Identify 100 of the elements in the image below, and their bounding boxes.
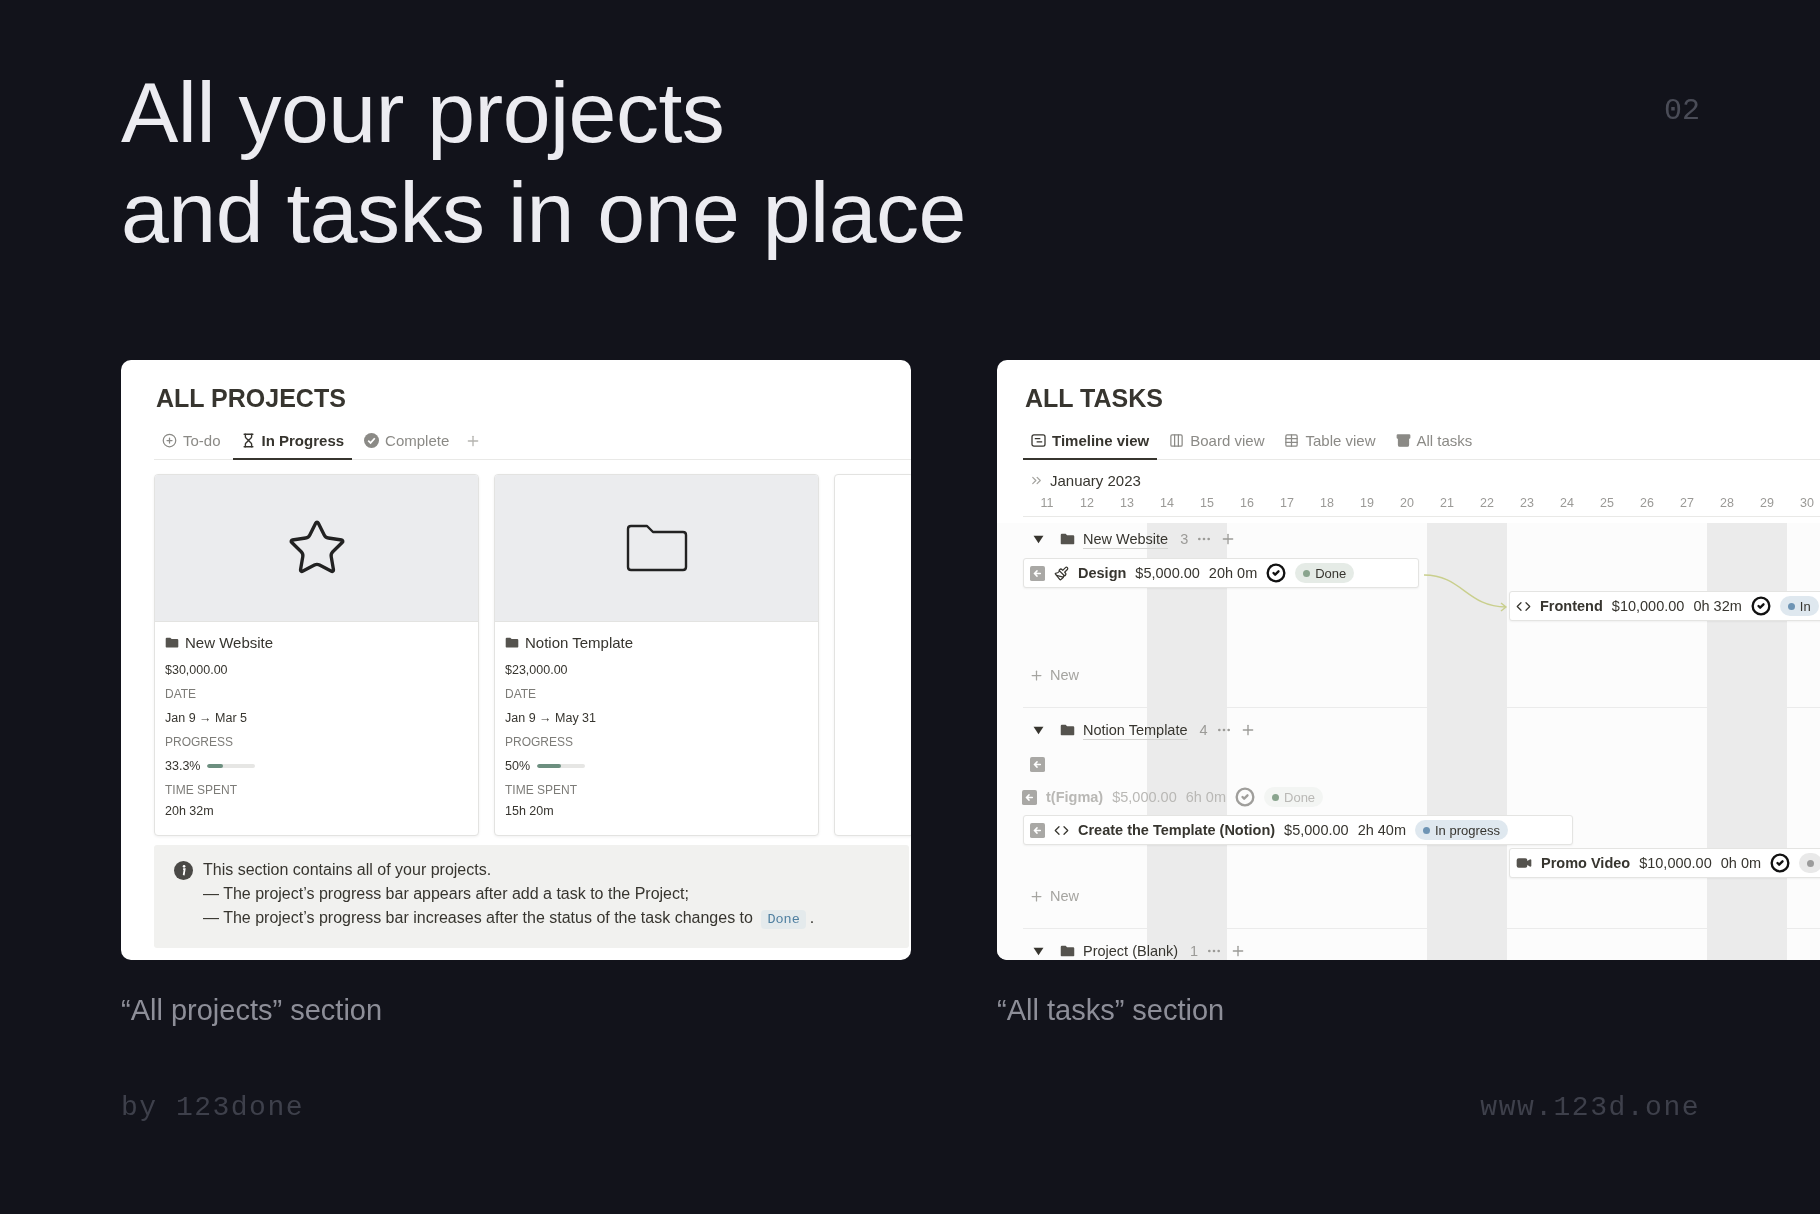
folder-icon (165, 637, 179, 649)
task-bar[interactable]: Design $5,000.00 20h 0m Done (1023, 558, 1420, 588)
callout-text: — The project’s progress bar appears after add a task to the Project; (203, 884, 690, 904)
video-camera-icon (1516, 855, 1532, 871)
status-tag: Done (1264, 787, 1324, 807)
view-tab[interactable]: Timeline view (1023, 422, 1158, 460)
item-count: 3 (1180, 531, 1189, 547)
group-name[interactable]: Notion Template (1083, 720, 1188, 740)
status-tag: In progress (1415, 820, 1509, 840)
date-text: Jan 9 → May 31 (505, 710, 597, 727)
task-name: Design (1078, 565, 1127, 581)
day-label: 11 (1039, 495, 1055, 512)
view-tab[interactable]: All tasks (1387, 422, 1481, 460)
view-tab[interactable]: Complete (356, 422, 458, 460)
view-tab[interactable]: Board view (1161, 422, 1273, 460)
info-icon (174, 861, 193, 880)
card-title: New Website (185, 633, 274, 653)
task-time: 20h 0m (1208, 565, 1258, 581)
day-label: 28 (1719, 495, 1735, 512)
check-circle-icon[interactable] (1770, 853, 1791, 873)
folder-icon (505, 637, 519, 649)
task-bar[interactable]: Promo Video $10,000.00 0h 0m (1509, 848, 1820, 878)
task-time: 0h 0m (1720, 855, 1762, 871)
toggle-triangle-icon[interactable] (1033, 945, 1044, 957)
day-label: 20 (1399, 495, 1415, 512)
task-name: Frontend (1540, 598, 1603, 614)
task-amount: $5,000.00 (1135, 565, 1200, 581)
time-text: 20h 32m (165, 803, 215, 820)
task-name: Create the Template (Notion) (1078, 822, 1276, 838)
view-tab[interactable]: Table view (1276, 422, 1384, 460)
arrow-box-icon[interactable] (1030, 822, 1045, 838)
check-circle-icon[interactable] (1266, 563, 1287, 583)
callout-text: This section contains all of your projects. (203, 860, 493, 880)
item-count: 4 (1199, 722, 1208, 738)
check-circle-icon[interactable] (1750, 596, 1771, 616)
field-label: TIME SPENT (505, 782, 578, 799)
day-label: 14 (1159, 495, 1175, 512)
toggle-triangle-icon[interactable] (1033, 724, 1044, 736)
caption: “All tasks” section (997, 993, 1226, 1028)
task-time: 0h 32m (1693, 598, 1742, 614)
field-label: DATE (505, 686, 538, 703)
status-tag: In (1779, 596, 1819, 616)
archive-icon (1395, 432, 1411, 448)
day-label: 19 (1359, 495, 1375, 512)
day-label: 25 (1599, 495, 1615, 512)
month-label: January 2023 (1050, 471, 1141, 489)
time-text: 15h 20m (505, 803, 555, 820)
plus-circle-icon (162, 432, 177, 448)
task-amount: $5,000.00 (1284, 822, 1349, 838)
progress-text: 33.3% (165, 758, 201, 775)
day-label: 30 (1799, 495, 1815, 512)
task-bar[interactable]: Create the Template (Notion) $5,000.00 2h 40m In progress (1023, 815, 1574, 845)
project-card[interactable]: New Website $30,000.00 DATE Jan 9 → Mar 5 PROGRESS 33.3% TIME SPENT 20h 32m (154, 474, 479, 836)
timeline-icon (1031, 433, 1046, 447)
field-label: DATE (165, 686, 198, 703)
view-tab[interactable]: In Progress (232, 422, 353, 460)
add-icon (1029, 888, 1044, 904)
field-label: TIME SPENT (165, 782, 238, 799)
project-card[interactable]: Notion Template $23,000.00 DATE Jan 9 → May 31 PROGRESS 50% TIME SPENT 15h 20m (494, 474, 819, 836)
columns-icon (1169, 432, 1185, 448)
progress-text: 50% (505, 758, 531, 775)
task-time: 2h 40m (1357, 822, 1406, 838)
day-label: 18 (1319, 495, 1335, 512)
task-amount: $5,000.00 (1112, 789, 1177, 805)
table-icon (1284, 432, 1300, 448)
panel-title: ALL TASKS (1024, 383, 1164, 413)
day-label: 13 (1119, 495, 1135, 512)
day-label: 29 (1759, 495, 1775, 512)
toggle-triangle-icon[interactable] (1033, 533, 1044, 545)
panel-title: ALL PROJECTS (155, 383, 347, 413)
task-amount: $10,000.00 (1611, 598, 1685, 614)
day-label: 21 (1439, 495, 1455, 512)
amount-text: $30,000.00 (165, 662, 229, 679)
group-name[interactable]: Project (Blank) (1083, 941, 1179, 960)
inline-code: Done (761, 910, 806, 929)
folder-icon (1060, 945, 1075, 957)
field-label: PROGRESS (505, 734, 574, 751)
headline: and tasks in one place (121, 163, 966, 262)
check-circle-icon[interactable] (1235, 787, 1255, 807)
page-number: 02 (1664, 94, 1700, 128)
callout-text: — The project’s progress bar increases after the status of the task changes to Done . (203, 908, 815, 931)
task-name: Promo Video (1541, 855, 1631, 871)
task-amount: $10,000.00 (1639, 855, 1712, 871)
day-label: 17 (1279, 495, 1295, 512)
group-name[interactable]: New Website (1083, 529, 1169, 549)
field-label: PROGRESS (165, 734, 234, 751)
day-label: 12 (1079, 495, 1095, 512)
day-label: 22 (1479, 495, 1495, 512)
folder-icon (1060, 533, 1075, 545)
arrow-box-icon[interactable] (1030, 565, 1045, 581)
amount-text: $23,000.00 (505, 662, 569, 679)
day-label: 24 (1559, 495, 1575, 512)
day-label: 26 (1639, 495, 1655, 512)
folder-icon (1060, 724, 1075, 736)
caption: “All projects” section (121, 993, 384, 1028)
day-label: 15 (1199, 495, 1215, 512)
item-count: 1 (1190, 943, 1199, 959)
status-tag: Done (1295, 563, 1355, 583)
day-label: 23 (1519, 495, 1535, 512)
headline: All your projects (121, 63, 726, 162)
